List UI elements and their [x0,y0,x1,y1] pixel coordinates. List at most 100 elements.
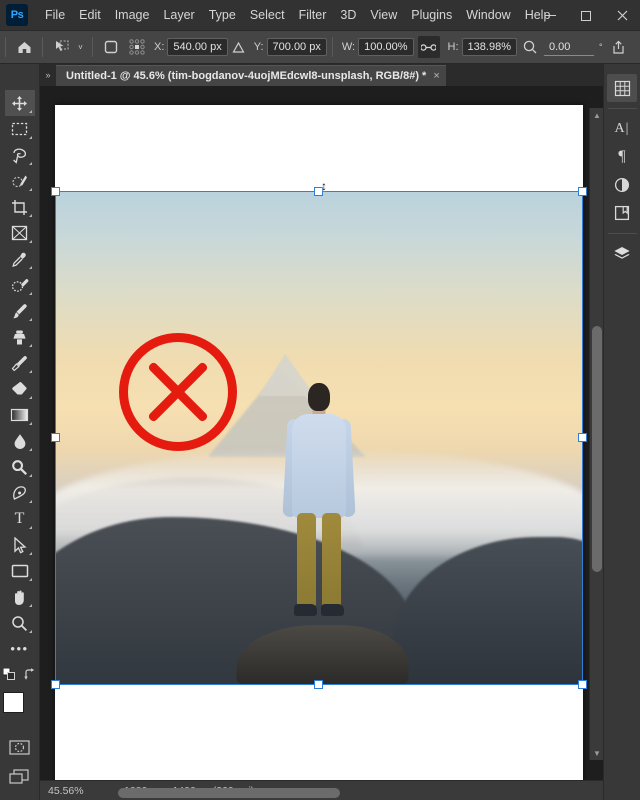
screen-mode-icon[interactable] [5,764,35,790]
blur-tool[interactable] [5,428,35,454]
hand-tool[interactable] [5,584,35,610]
document-tab-close-icon[interactable]: × [433,70,439,82]
x-input[interactable]: 540.00 px [167,38,228,56]
object-selection-tool[interactable] [5,168,35,194]
color-swatches [2,692,37,726]
eyedropper-tool[interactable] [5,246,35,272]
delta-icon[interactable] [228,34,250,60]
document-area: » Untitled-1 @ 45.6% (tim-bogdanov-4uojM… [40,64,603,800]
reference-point-icon[interactable] [124,34,150,60]
right-shoe [321,604,344,616]
options-bar: ˅ X: 540.00 px Y: 700.00 px W: 100.00% H… [0,31,640,64]
scroll-up-arrow-icon[interactable]: ▲ [590,108,603,122]
options-divider-3 [92,37,93,57]
color-mini-controls [2,667,37,686]
h-label: H: [447,41,459,53]
pen-tool[interactable] [5,480,35,506]
move-tool-icon[interactable] [48,34,74,60]
rail-divider-2 [607,233,637,234]
minimize-button[interactable] [532,0,568,31]
swap-colors-icon[interactable] [23,668,37,686]
spot-healing-brush-tool[interactable] [5,272,35,298]
horizontal-scroll-thumb[interactable] [118,788,340,798]
default-colors-icon[interactable] [2,667,16,686]
crop-tool[interactable] [5,194,35,220]
foreground-color-swatch[interactable] [2,692,24,713]
scroll-down-arrow-icon[interactable]: ▼ [590,746,603,760]
person-figure [282,383,356,631]
character-panel-icon[interactable]: A| [607,115,637,143]
rail-divider [607,108,637,109]
document-tab[interactable]: Untitled-1 @ 45.6% (tim-bogdanov-4uojMEd… [56,65,446,86]
close-button[interactable] [604,0,640,31]
edit-toolbar-button[interactable]: ••• [5,636,35,662]
torso-shirt [292,414,346,518]
menu-bar: Ps File Edit Image Layer Type Select Fil… [0,0,640,31]
zoom-tool[interactable] [5,610,35,636]
dodge-tool[interactable] [5,454,35,480]
adjustments-panel-icon[interactable] [607,171,637,199]
photoshop-logo: Ps [6,4,28,26]
document-tab-strip: » Untitled-1 @ 45.6% (tim-bogdanov-4uojM… [40,64,603,86]
move-tool[interactable] [4,90,35,116]
y-input[interactable]: 700.00 px [266,38,327,56]
clone-stamp-tool[interactable] [5,324,35,350]
paragraph-panel-icon[interactable]: ¶ [607,143,637,171]
maximize-button[interactable] [568,0,604,31]
history-brush-tool[interactable] [5,350,35,376]
menu-filter[interactable]: Filter [292,4,334,26]
angle-input[interactable]: 0.00 [542,38,595,56]
photoshop-window: Ps File Edit Image Layer Type Select Fil… [0,0,640,800]
menu-file[interactable]: File [38,4,72,26]
quick-mask-icon[interactable] [5,734,35,760]
w-input[interactable]: 100.00% [358,38,414,56]
document-tab-title: Untitled-1 @ 45.6% (tim-bogdanov-4uojMEd… [66,70,427,82]
layers-panel-icon[interactable] [607,240,637,268]
document-canvas[interactable] [55,105,583,780]
canvas-viewport[interactable]: ↕ ▲ ▼ [40,86,603,780]
path-selection-tool[interactable] [5,532,35,558]
legs [294,513,344,616]
rectangle-tool[interactable] [5,558,35,584]
menu-edit[interactable]: Edit [72,4,108,26]
brush-tool[interactable] [5,298,35,324]
status-bar: 45.56% 1080 px x 1400 px (300 ppi) › ‹ [40,780,603,800]
canvas-vertical-scrollbar[interactable]: ▲ ▼ [589,108,603,760]
link-aspect-ratio-icon[interactable] [417,36,440,58]
photo-layer[interactable] [55,191,583,685]
menu-select[interactable]: Select [243,4,292,26]
frame-tool[interactable] [5,220,35,246]
libraries-panel-icon[interactable] [607,199,637,227]
menu-layer[interactable]: Layer [156,4,201,26]
vertical-scroll-thumb[interactable] [592,326,602,572]
share-icon[interactable] [606,34,632,60]
w-label: W: [341,41,356,53]
menu-type[interactable]: Type [202,4,243,26]
menu-window[interactable]: Window [459,4,517,26]
lasso-tool[interactable] [5,142,35,168]
rotate-angle-icon[interactable] [517,34,543,60]
left-leg [297,513,316,607]
tools-panel: T ••• [0,64,40,800]
auto-select-checkbox[interactable] [98,34,124,60]
menu-image[interactable]: Image [108,4,157,26]
zoom-level[interactable]: 45.56% [40,785,112,797]
expand-panels-arrow[interactable]: » [40,64,56,86]
menu-3d[interactable]: 3D [333,4,363,26]
color-panel-icon[interactable] [607,74,637,102]
red-x-annotation [119,333,237,451]
menu-plugins[interactable]: Plugins [404,4,459,26]
panel-rail: A| ¶ [603,64,640,800]
rectangular-marquee-tool[interactable] [5,116,35,142]
eraser-tool[interactable] [5,376,35,402]
left-shoe [294,604,317,616]
y-label: Y: [253,41,264,53]
menu-view[interactable]: View [363,4,404,26]
h-input[interactable]: 138.98% [461,38,517,56]
window-controls [532,0,640,31]
preset-chevron-down-icon[interactable]: ˅ [74,34,87,60]
home-icon[interactable] [11,34,37,60]
x-label: X: [154,41,165,53]
horizontal-type-tool[interactable]: T [5,506,35,532]
gradient-tool[interactable] [5,402,35,428]
